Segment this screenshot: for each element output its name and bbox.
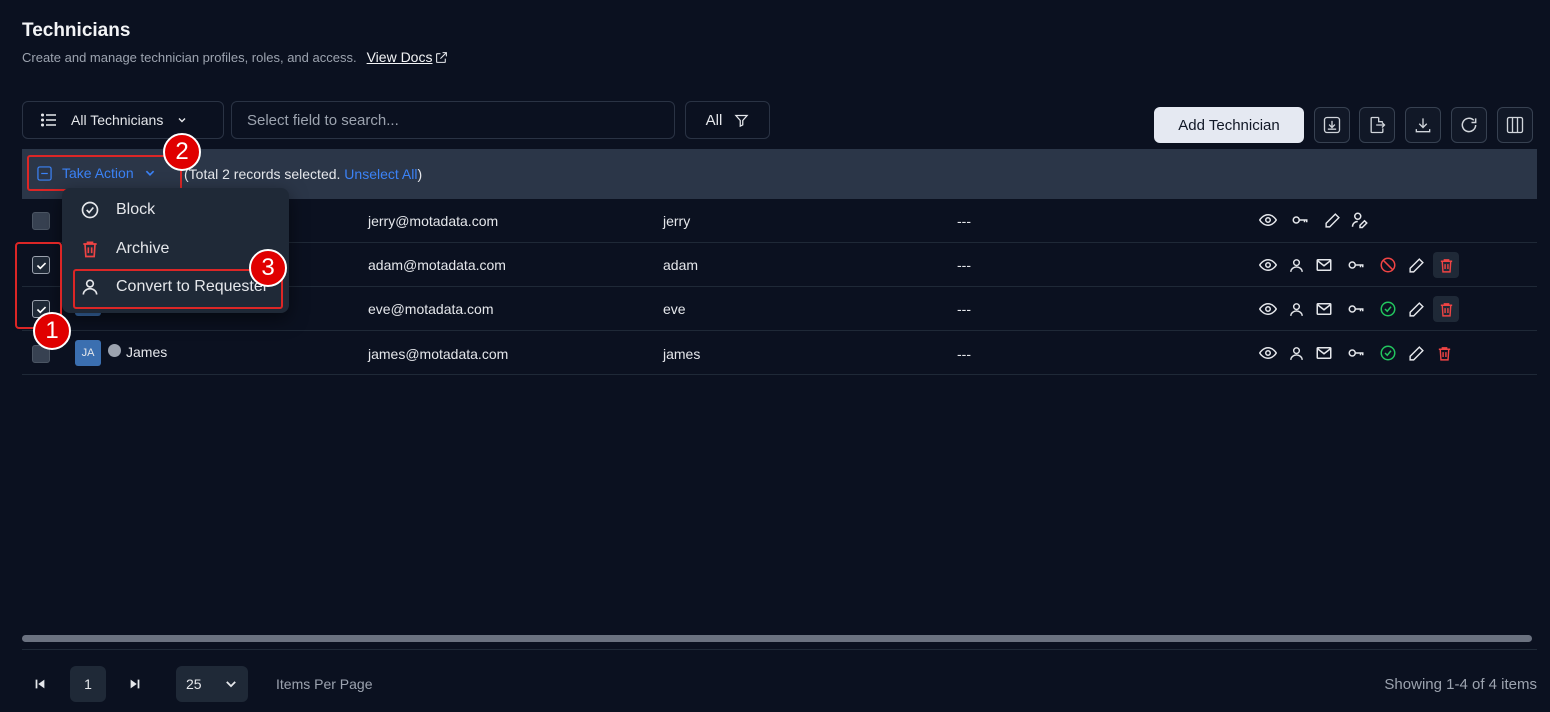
- view-icon[interactable]: [1257, 298, 1279, 320]
- user-edit-icon[interactable]: [1349, 209, 1371, 231]
- external-link-icon: [436, 51, 448, 63]
- row-extra: ---: [957, 213, 971, 229]
- user-icon[interactable]: [1285, 254, 1307, 276]
- row-actions: [1257, 342, 1455, 364]
- add-technician-button[interactable]: Add Technician: [1154, 107, 1304, 143]
- step-badge-2: 2: [163, 133, 201, 171]
- row-username: adam: [663, 257, 699, 273]
- edit-icon[interactable]: [1405, 342, 1427, 364]
- row-extra: ---: [957, 257, 971, 273]
- edit-icon[interactable]: [1405, 298, 1427, 320]
- filter-button[interactable]: All: [685, 101, 770, 139]
- menu-item-label: Archive: [116, 240, 170, 257]
- columns-button[interactable]: [1497, 107, 1533, 143]
- refresh-icon: [1461, 117, 1477, 133]
- chevron-down-icon: [178, 118, 186, 123]
- minus-checkbox-icon: [37, 165, 52, 181]
- mail-icon[interactable]: [1313, 254, 1335, 276]
- view-selector-label: All Technicians: [71, 112, 164, 128]
- row-actions: [1257, 296, 1459, 322]
- columns-icon: [1506, 116, 1524, 134]
- user-icon[interactable]: [1285, 342, 1307, 364]
- horizontal-scrollbar[interactable]: [22, 635, 1532, 642]
- footer-divider: [22, 649, 1537, 650]
- menu-item-block[interactable]: Block: [80, 200, 155, 220]
- search-input[interactable]: [231, 101, 675, 139]
- list-icon: [41, 113, 56, 127]
- status-dot: [108, 344, 121, 357]
- download-icon: [1415, 118, 1431, 133]
- take-action-button[interactable]: Take Action: [27, 155, 182, 191]
- key-icon[interactable]: [1289, 209, 1311, 231]
- step-badge-1: 1: [33, 312, 71, 350]
- last-page-button[interactable]: [117, 666, 153, 702]
- key-icon[interactable]: [1345, 254, 1367, 276]
- filter-label: All: [705, 111, 723, 129]
- per-page-select[interactable]: 25: [176, 666, 248, 702]
- page-number-button[interactable]: 1: [70, 666, 106, 702]
- user-icon[interactable]: [1285, 298, 1307, 320]
- trash-icon: [83, 241, 97, 258]
- row-email: eve@motadata.com: [368, 301, 494, 317]
- row-actions: [1257, 252, 1459, 278]
- selection-close-paren: ): [417, 166, 423, 182]
- check-circle-icon: [81, 201, 99, 219]
- import-button[interactable]: [1314, 107, 1350, 143]
- subtitle-text: Create and manage technician profiles, r…: [22, 49, 357, 65]
- row-username: jerry: [663, 213, 691, 229]
- delete-icon[interactable]: [1433, 296, 1459, 322]
- chevron-down-icon: [145, 170, 154, 176]
- mail-icon[interactable]: [1313, 342, 1335, 364]
- page-title: Technicians: [22, 20, 131, 41]
- menu-item-archive[interactable]: Archive: [80, 239, 169, 259]
- row-email: james@motadata.com: [368, 346, 509, 362]
- per-page-value: 25: [186, 676, 202, 692]
- edit-icon[interactable]: [1321, 209, 1343, 231]
- import-icon: [1323, 116, 1341, 134]
- export-icon: [1370, 116, 1386, 134]
- menu-item-label: Block: [116, 201, 156, 218]
- unblock-check-icon[interactable]: [1377, 342, 1399, 364]
- key-icon[interactable]: [1345, 342, 1367, 364]
- view-docs-label: View Docs: [366, 49, 433, 65]
- export-button[interactable]: [1359, 107, 1395, 143]
- delete-icon[interactable]: [1433, 342, 1455, 364]
- selection-summary: (Total 2 records selected. Unselect All): [184, 166, 422, 182]
- step-badge-3: 3: [249, 249, 287, 287]
- filter-icon: [734, 114, 749, 127]
- unblock-check-icon[interactable]: [1377, 298, 1399, 320]
- page-subtitle: Create and manage technician profiles, r…: [22, 49, 448, 65]
- row-email: adam@motadata.com: [368, 257, 506, 273]
- view-icon[interactable]: [1257, 209, 1279, 231]
- mail-icon[interactable]: [1313, 298, 1335, 320]
- unselect-all-link[interactable]: Unselect All: [344, 166, 417, 182]
- refresh-button[interactable]: [1451, 107, 1487, 143]
- take-action-label: Take Action: [62, 165, 134, 181]
- row-checkbox[interactable]: [32, 212, 50, 230]
- view-docs-link[interactable]: View Docs: [367, 49, 449, 65]
- download-button[interactable]: [1405, 107, 1441, 143]
- chevron-down-icon: [226, 681, 236, 688]
- view-icon[interactable]: [1257, 342, 1279, 364]
- delete-icon[interactable]: [1433, 252, 1459, 278]
- row-username: james: [663, 346, 701, 362]
- showing-count: Showing 1-4 of 4 items: [1384, 676, 1537, 693]
- row-email: jerry@motadata.com: [368, 213, 499, 229]
- key-icon[interactable]: [1345, 298, 1367, 320]
- selection-count-text: (Total 2 records selected.: [184, 166, 345, 182]
- per-page-label: Items Per Page: [276, 676, 373, 692]
- last-page-icon: [130, 679, 140, 689]
- block-icon[interactable]: [1377, 254, 1399, 276]
- first-page-button[interactable]: [22, 666, 58, 702]
- edit-icon[interactable]: [1405, 254, 1427, 276]
- view-icon[interactable]: [1257, 254, 1279, 276]
- row-name: James: [126, 344, 168, 360]
- row-actions: [1257, 209, 1371, 231]
- first-page-icon: [35, 679, 45, 689]
- avatar: JA: [75, 340, 101, 366]
- row-username: eve: [663, 301, 686, 317]
- row-extra: ---: [957, 346, 971, 362]
- view-selector[interactable]: All Technicians: [22, 101, 224, 139]
- row-extra: ---: [957, 301, 971, 317]
